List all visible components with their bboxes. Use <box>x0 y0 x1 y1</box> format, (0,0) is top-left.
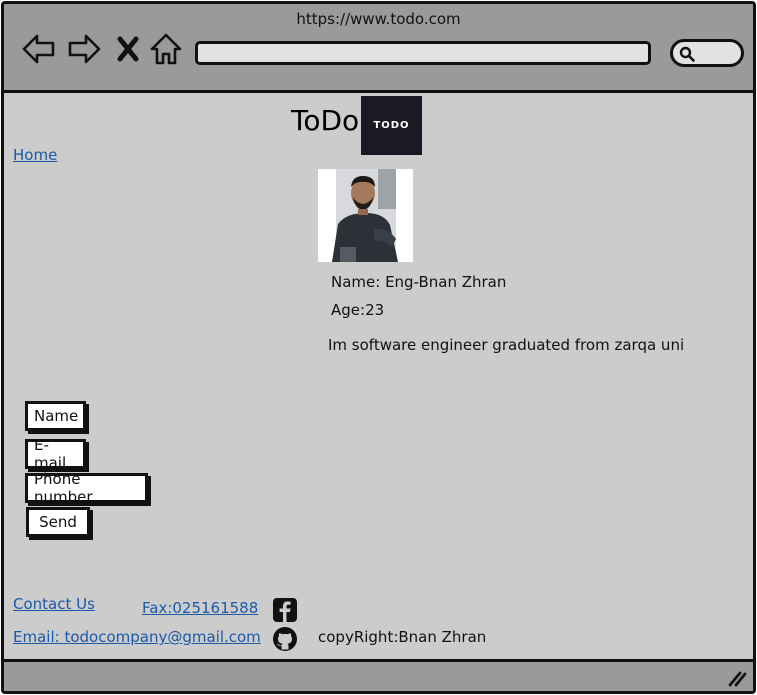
send-button[interactable]: Send <box>26 507 90 537</box>
browser-toolbar: https://www.todo.com <box>4 4 753 93</box>
copyright-text: copyRight:Bnan Zhran <box>318 628 487 646</box>
close-icon[interactable] <box>114 31 142 67</box>
profile-age: Age:23 <box>331 301 385 319</box>
resize-grip-icon[interactable] <box>727 669 747 687</box>
facebook-icon[interactable] <box>272 597 298 623</box>
address-bar[interactable] <box>195 41 651 65</box>
profile-name: Name: Eng-Bnan Zhran <box>331 273 507 291</box>
todo-logo: TODO <box>361 96 422 155</box>
profile-bio: Im software engineer graduated from zarq… <box>328 336 685 354</box>
phone-number-field[interactable]: Phone number <box>25 470 148 506</box>
email-link[interactable]: Email: todocompany@gmail.com <box>13 628 261 646</box>
search-icon <box>679 46 695 62</box>
url-text: https://www.todo.com <box>296 10 461 28</box>
search-box[interactable] <box>670 39 744 67</box>
profile-photo <box>318 169 413 262</box>
home-icon[interactable] <box>148 31 184 67</box>
nav-home-link[interactable]: Home <box>13 146 57 164</box>
contact-us-link[interactable]: Contact Us <box>13 595 95 613</box>
browser-window: https://www.todo.com ToDo TODO Home Name… <box>1 1 756 694</box>
status-bar <box>4 659 753 691</box>
back-arrow-icon[interactable] <box>21 31 57 67</box>
email-field[interactable]: E-mail <box>25 436 86 472</box>
fax-link[interactable]: Fax:025161588 <box>142 599 258 617</box>
site-title: ToDo <box>291 104 360 137</box>
github-icon[interactable] <box>272 626 298 652</box>
name-field[interactable]: Name <box>25 401 86 431</box>
forward-arrow-icon[interactable] <box>66 31 102 67</box>
